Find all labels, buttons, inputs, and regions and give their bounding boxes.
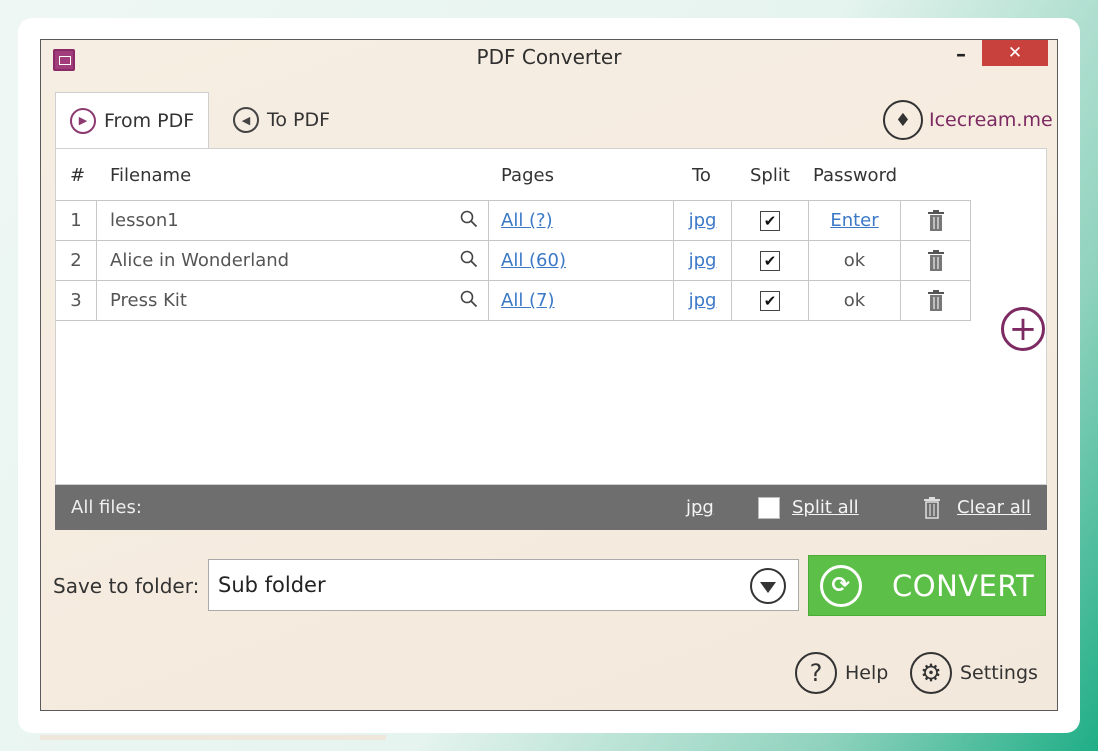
format-cell: jpg [674, 281, 732, 320]
minimize-button[interactable]: – [943, 42, 979, 66]
pages-cell: All (?) [489, 201, 674, 240]
format-link[interactable]: jpg [689, 210, 717, 231]
convert-button[interactable]: ⟳ CONVERT [808, 555, 1046, 616]
refresh-icon: ⟳ [820, 564, 862, 607]
split-cell: ✔ [732, 201, 809, 240]
header-filename: Filename [110, 165, 192, 186]
header-split: Split [750, 165, 790, 186]
split-all-checkbox[interactable] [758, 496, 780, 519]
trash-icon[interactable] [927, 289, 945, 312]
split-checkbox[interactable]: ✔ [760, 290, 780, 311]
header-password: Password [813, 165, 898, 186]
tab-to-pdf-label: To PDF [267, 109, 331, 131]
brand-label: Icecream.me [929, 109, 1053, 131]
format-cell: jpg [674, 241, 732, 280]
app-window: PDF Converter – ✕ ▶ From PDF ◀ To PDF ♦ … [40, 39, 1058, 711]
split-cell: ✔ [732, 241, 809, 280]
filename-text: Press Kit [110, 290, 187, 311]
file-rows: 1 lesson1 All (?) jpg ✔ Enter 2 Alice in… [56, 200, 971, 321]
row-number: 3 [56, 281, 97, 320]
table-row: 3 Press Kit All (7) jpg ✔ ok [56, 280, 971, 321]
all-format-link[interactable]: jpg [686, 497, 714, 518]
filename-cell[interactable]: Alice in Wonderland [97, 241, 489, 280]
header-num: # [70, 165, 86, 186]
settings-button[interactable]: ⚙ Settings [910, 652, 1038, 694]
icecream-logo-icon: ♦ [883, 100, 923, 140]
pages-cell: All (60) [489, 241, 674, 280]
all-files-label: All files: [71, 497, 142, 518]
split-all-control[interactable]: Split all [758, 485, 859, 530]
password-cell: ok [809, 281, 901, 320]
save-folder-select[interactable]: Sub folder [208, 559, 799, 611]
save-folder-label: Save to folder: [53, 574, 200, 598]
trash-icon[interactable] [927, 249, 945, 272]
gear-icon: ⚙ [910, 652, 952, 694]
split-checkbox[interactable]: ✔ [760, 250, 780, 271]
save-folder-value: Sub folder [218, 573, 326, 597]
tab-to-pdf[interactable]: ◀ To PDF [229, 92, 369, 148]
from-pdf-icon: ▶ [70, 107, 96, 134]
filename-cell[interactable]: lesson1 [97, 201, 489, 240]
search-icon[interactable] [460, 290, 478, 308]
chevron-down-icon[interactable] [750, 568, 786, 604]
settings-label: Settings [960, 662, 1038, 684]
password-cell: Enter [809, 201, 901, 240]
filename-cell[interactable]: Press Kit [97, 281, 489, 320]
delete-cell [901, 201, 971, 240]
format-link[interactable]: jpg [689, 290, 717, 311]
trash-icon[interactable] [927, 209, 945, 232]
password-enter-link[interactable]: Enter [830, 210, 878, 231]
pages-link[interactable]: All (7) [501, 290, 555, 311]
window-title: PDF Converter [476, 45, 622, 69]
tab-from-pdf[interactable]: ▶ From PDF [55, 92, 209, 148]
delete-cell [901, 281, 971, 320]
split-all-link[interactable]: Split all [792, 497, 859, 518]
split-checkbox[interactable]: ✔ [760, 210, 780, 231]
close-button[interactable]: ✕ [982, 40, 1048, 66]
table-row: 1 lesson1 All (?) jpg ✔ Enter [56, 200, 971, 240]
password-cell: ok [809, 241, 901, 280]
split-cell: ✔ [732, 281, 809, 320]
help-button[interactable]: ? Help [795, 652, 888, 694]
header-to: To [692, 165, 711, 186]
trash-icon[interactable] [923, 496, 941, 519]
clear-all-control[interactable]: Clear all [923, 485, 1031, 530]
pages-cell: All (7) [489, 281, 674, 320]
delete-cell [901, 241, 971, 280]
format-link[interactable]: jpg [689, 250, 717, 271]
help-icon: ? [795, 652, 837, 694]
search-icon[interactable] [460, 250, 478, 268]
bottom-strip [40, 735, 386, 740]
search-icon[interactable] [460, 210, 478, 228]
all-files-bar: All files: jpg Split all Clear all [55, 485, 1047, 530]
convert-label: CONVERT [892, 568, 1035, 603]
help-label: Help [845, 662, 889, 684]
brand-link[interactable]: ♦ Icecream.me [883, 100, 1053, 140]
table-row: 2 Alice in Wonderland All (60) jpg ✔ ok [56, 240, 971, 280]
password-status: ok [843, 290, 866, 311]
password-status: ok [843, 250, 866, 271]
format-cell: jpg [674, 201, 732, 240]
pages-link[interactable]: All (60) [501, 250, 566, 271]
filename-text: Alice in Wonderland [110, 250, 290, 271]
to-pdf-icon: ◀ [233, 107, 259, 133]
file-list: # Filename Pages To Split Password 1 les… [55, 148, 1047, 485]
add-file-button[interactable]: + [1001, 307, 1045, 351]
row-number: 1 [56, 201, 97, 240]
header-pages: Pages [501, 165, 554, 186]
row-number: 2 [56, 241, 97, 280]
pages-link[interactable]: All (?) [501, 210, 553, 231]
filename-text: lesson1 [110, 210, 179, 231]
clear-all-link[interactable]: Clear all [957, 497, 1031, 518]
tab-from-pdf-label: From PDF [104, 109, 195, 132]
